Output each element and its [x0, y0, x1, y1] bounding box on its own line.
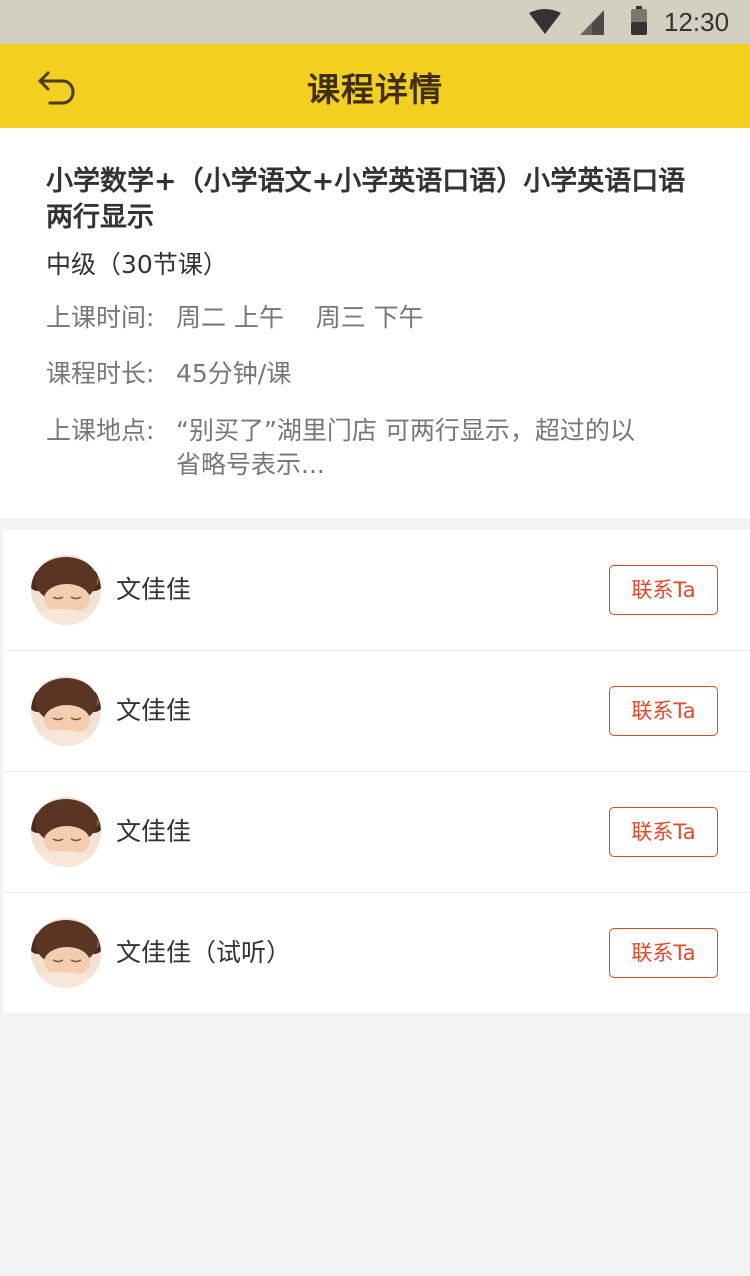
wifi-icon [529, 9, 561, 34]
class-time-row: 上课时间: 周二 上午 周三 下午 [46, 301, 656, 335]
page-title: 课程详情 [307, 70, 443, 109]
class-location-row: 上课地点: “别买了”湖里门店 可两行显示，超过的以省略号表示... [46, 414, 656, 482]
status-time: 12:30 [664, 7, 730, 37]
cell-signal-icon [580, 10, 604, 35]
course-duration-row: 课程时长: 45分钟/课 [46, 357, 656, 391]
teacher-row: 文佳佳 联系Ta [3, 651, 750, 772]
contact-teacher-button[interactable]: 联系Ta [609, 928, 718, 978]
avatar[interactable] [31, 555, 101, 625]
header-bar: 课程详情 [0, 44, 750, 128]
class-location-label: 上课地点: [46, 416, 155, 445]
teacher-name: 文佳佳 [116, 696, 192, 725]
teacher-row: 文佳佳（试听） 联系Ta [3, 893, 750, 1013]
status-bar: 12:30 [0, 0, 750, 44]
teacher-row: 文佳佳 联系Ta [3, 530, 750, 651]
course-level: 中级（30节课） [46, 250, 228, 279]
teacher-name: 文佳佳 [116, 575, 192, 604]
course-duration-value: 45分钟/课 [176, 359, 292, 388]
avatar[interactable] [31, 676, 101, 746]
course-duration-label: 课程时长: [46, 359, 155, 388]
contact-teacher-button[interactable]: 联系Ta [609, 686, 718, 736]
class-time-value: 周二 上午 周三 下午 [176, 303, 424, 332]
class-time-label: 上课时间: [46, 303, 155, 332]
contact-teacher-button[interactable]: 联系Ta [609, 565, 718, 615]
class-location-value: “别买了”湖里门店 可两行显示，超过的以省略号表示... [176, 416, 635, 479]
avatar[interactable] [31, 797, 101, 867]
avatar[interactable] [31, 918, 101, 988]
battery-icon [631, 6, 647, 35]
course-info-card: 小学数学+（小学语文+小学英语口语）小学英语口语两行显示 中级（30节课） 上课… [0, 128, 750, 518]
teacher-name: 文佳佳（试听） [116, 938, 292, 967]
teacher-row: 文佳佳 联系Ta [3, 772, 750, 893]
teacher-list: 文佳佳 联系Ta 文佳佳 联系Ta 文佳佳 联系Ta 文佳佳（试听） 联系Ta [3, 530, 750, 1013]
course-title: 小学数学+（小学语文+小学英语口语）小学英语口语两行显示 [46, 166, 686, 233]
contact-teacher-button[interactable]: 联系Ta [609, 807, 718, 857]
teacher-name: 文佳佳 [116, 817, 192, 846]
